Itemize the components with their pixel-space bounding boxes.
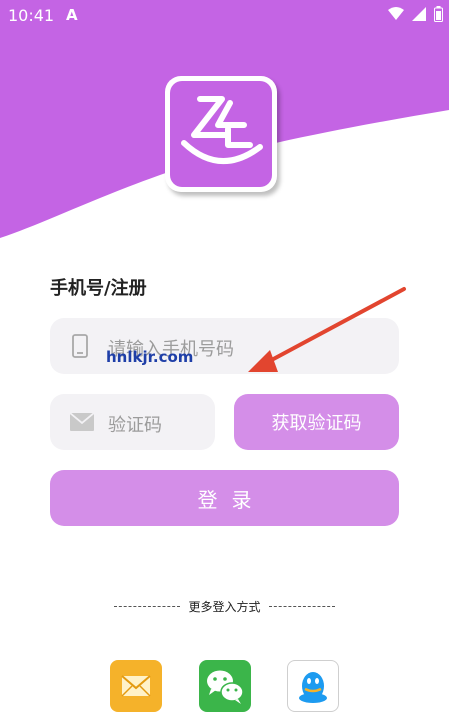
status-bar: 10:41 A	[0, 0, 449, 32]
app-indicator-icon: A	[66, 6, 78, 24]
form-title: 手机号/注册	[50, 278, 147, 299]
divider-line-right	[268, 605, 335, 607]
battery-icon	[434, 6, 443, 22]
alt-login-label: 更多登入方式	[188, 599, 261, 614]
get-code-button[interactable]: 获取验证码	[234, 394, 399, 450]
logo-glyph-icon	[181, 96, 263, 164]
watermark-text: hnlkjr.com	[106, 348, 194, 366]
verification-code-input[interactable]: 验证码	[50, 394, 215, 450]
wifi-icon	[388, 7, 404, 20]
mail-login-button[interactable]	[110, 660, 162, 712]
alt-login-divider: 更多登入方式	[0, 596, 449, 616]
mail-icon	[70, 413, 94, 431]
divider-line-left	[114, 605, 181, 607]
phone-icon	[72, 334, 88, 358]
qq-icon	[299, 672, 327, 703]
code-placeholder: 验证码	[108, 415, 162, 436]
signal-icon	[412, 7, 426, 21]
qq-login-button[interactable]	[287, 660, 339, 712]
login-button[interactable]: 登录	[50, 470, 399, 526]
wechat-login-button[interactable]	[199, 660, 251, 712]
app-logo	[165, 76, 281, 196]
wechat-icon	[207, 670, 244, 704]
mail-icon	[121, 675, 151, 697]
status-time: 10:41	[8, 6, 55, 25]
phone-input[interactable]: 请输入手机号码	[50, 318, 399, 374]
